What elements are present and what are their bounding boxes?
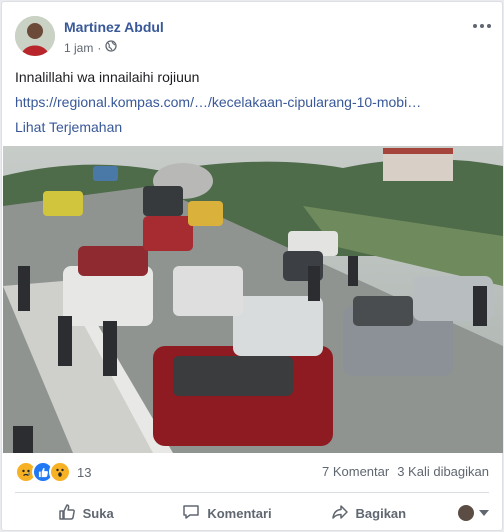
post-actions: Suka Komentari Bagikan — [15, 497, 489, 529]
share-as-selector[interactable] — [439, 505, 489, 521]
reactions-summary[interactable]: 13 — [15, 461, 91, 483]
actions-divider — [15, 492, 489, 493]
profile-avatar-icon — [457, 505, 474, 521]
post-time[interactable]: 1 jam — [64, 41, 93, 55]
article-link[interactable]: https://regional.kompas.com/…/kecelakaan… — [15, 94, 421, 110]
share-arrow-icon — [331, 503, 349, 524]
meta-separator: · — [97, 40, 102, 55]
chevron-down-icon — [478, 510, 489, 516]
like-button[interactable]: Suka — [15, 503, 156, 524]
share-button[interactable]: Bagikan — [298, 503, 439, 524]
share-label: Bagikan — [355, 505, 407, 521]
wow-reaction-icon — [49, 461, 71, 483]
reaction-count: 13 — [77, 464, 92, 480]
like-label: Suka — [82, 505, 114, 521]
translate-link[interactable]: Lihat Terjemahan — [15, 119, 122, 135]
comment-label: Komentari — [207, 505, 272, 521]
more-icon[interactable] — [471, 18, 493, 34]
post-card: Martinez Abdul 1 jam · Innalillahi wa in… — [1, 1, 503, 531]
post-text: Innalillahi wa innailaihi rojiuun — [15, 69, 200, 85]
globe-icon[interactable] — [105, 40, 117, 55]
comment-count[interactable]: 7 Komentar — [322, 464, 389, 479]
post-header: Martinez Abdul 1 jam · — [15, 16, 495, 60]
comment-button[interactable]: Komentari — [156, 503, 297, 524]
post-stats: 7 Komentar 3 Kali dibagikan — [322, 464, 489, 479]
author-name[interactable]: Martinez Abdul — [64, 19, 164, 35]
author-avatar[interactable] — [15, 16, 55, 56]
post-photo[interactable] — [3, 146, 503, 453]
thumbs-up-icon — [58, 503, 76, 524]
share-count[interactable]: 3 Kali dibagikan — [397, 464, 489, 479]
comment-icon — [182, 503, 200, 524]
post-meta: 1 jam · — [64, 40, 117, 55]
